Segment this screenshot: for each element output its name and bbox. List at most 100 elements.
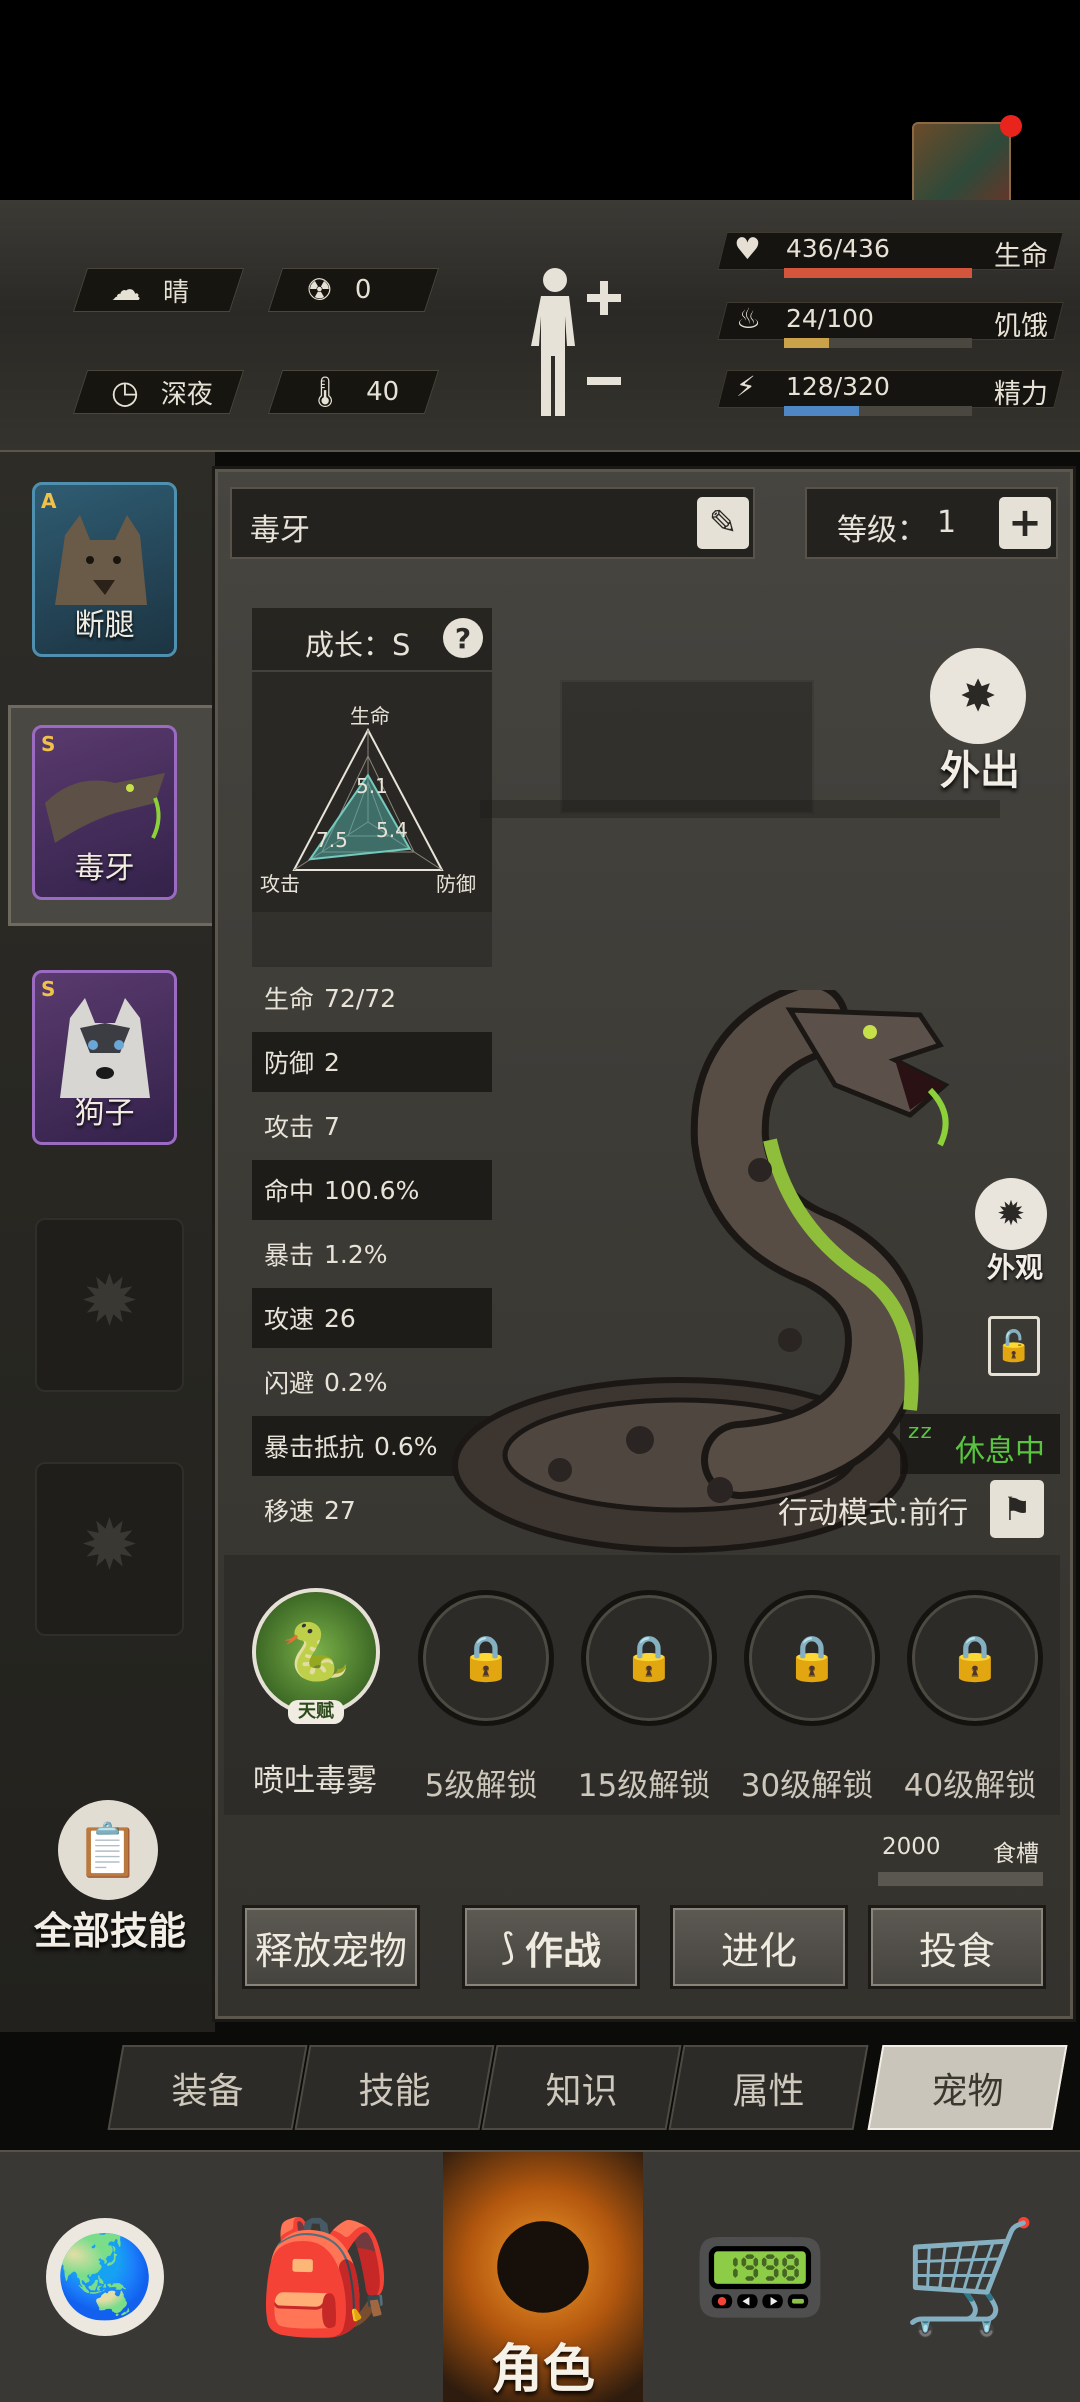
- background-scene: [560, 680, 814, 814]
- energy-label: 精力: [994, 379, 1048, 410]
- unlock-icon: 🔓: [995, 1328, 1033, 1364]
- release-pet-button[interactable]: 释放宠物: [242, 1905, 420, 1989]
- radar-attack-label: 攻击: [260, 872, 300, 896]
- nav-shop[interactable]: 🛒: [870, 2152, 1070, 2402]
- attribute-value: 72/72: [324, 983, 397, 1013]
- level-value: 1: [937, 505, 957, 540]
- locked-skill-slot[interactable]: 🔒: [744, 1590, 880, 1726]
- attribute-value: 100.6%: [324, 1175, 420, 1205]
- tab-skills[interactable]: 技能: [294, 2045, 495, 2130]
- paw-shirt-icon: ✹: [975, 1178, 1047, 1250]
- pet-name: 断腿: [74, 608, 135, 643]
- empty-pet-slot[interactable]: ✹: [35, 1462, 184, 1636]
- locked-skill-slot[interactable]: 🔒: [907, 1590, 1043, 1726]
- tab-pets[interactable]: 宠物: [867, 2045, 1068, 2130]
- pet-slot-1[interactable]: A 断腿: [32, 482, 177, 657]
- nav-world-map[interactable]: 🌏: [5, 2152, 205, 2402]
- evolve-button[interactable]: 进化: [670, 1905, 848, 1989]
- background-scene-table: [480, 800, 1000, 818]
- attribute-label: 防御: [264, 1049, 315, 1078]
- appearance-button[interactable]: ✹ 外观: [965, 1178, 1055, 1288]
- bottom-navigation: 🌏 🎒 ● 角色 📟 🛒: [0, 2150, 1080, 2402]
- help-button[interactable]: ?: [443, 618, 483, 658]
- nav-backpack[interactable]: 🎒: [225, 2152, 425, 2402]
- cloud-sun-icon: ☁: [111, 272, 141, 308]
- globe-icon: 🌏: [46, 2218, 164, 2336]
- attribute-value: 7: [324, 1111, 340, 1141]
- locked-skill-slot[interactable]: 🔒: [581, 1590, 717, 1726]
- lock-toggle-button[interactable]: 🔓: [988, 1316, 1040, 1376]
- sleep-icon: ᶻᶻ: [908, 1418, 933, 1458]
- radar-attack-value: 7.5: [316, 828, 348, 852]
- release-pet-label: 释放宠物: [254, 1928, 407, 1973]
- time-chip: ◷ 深夜: [72, 370, 245, 414]
- skill-book-icon: 📋: [58, 1800, 158, 1900]
- hunger-value: 24/100: [786, 304, 874, 333]
- attribute-value: 26: [324, 1303, 356, 1333]
- tab-knowledge[interactable]: 知识: [481, 2045, 682, 2130]
- level-up-button[interactable]: +: [999, 497, 1051, 549]
- stomach-icon: ♨: [736, 302, 762, 335]
- temperature-chip: 🌡 40: [267, 370, 440, 414]
- health-label: 生命: [994, 241, 1048, 272]
- action-mode-label: 行动模式:前行: [778, 1496, 969, 1531]
- all-skills-button[interactable]: 📋 全部技能: [30, 1800, 190, 1960]
- weather-text: 晴: [163, 277, 190, 308]
- pencil-icon: ✎: [708, 503, 738, 543]
- lock-icon: 🔒: [458, 1633, 514, 1684]
- weather-chip: ☁ 晴: [72, 268, 245, 312]
- rank-badge: S: [41, 977, 56, 1001]
- health-bar: [784, 268, 972, 278]
- attribute-label: 移速: [264, 1497, 315, 1526]
- health-value: 436/436: [786, 234, 890, 263]
- go-out-label: 外出: [940, 748, 1020, 794]
- unlock-requirement: 40级解锁: [903, 1768, 1037, 1804]
- temperature-value: 40: [366, 377, 400, 407]
- empty-pet-slot[interactable]: ✹: [35, 1218, 184, 1392]
- pet-name: 狗子: [74, 1096, 135, 1131]
- pet-name-display: 毒牙: [250, 513, 310, 548]
- action-mode-button[interactable]: ⚑: [990, 1480, 1044, 1538]
- feed-label: 投食: [918, 1928, 995, 1973]
- pet-slot-2[interactable]: S 毒牙: [32, 725, 177, 900]
- talent-skill-button[interactable]: 🐍 天赋: [252, 1588, 384, 1728]
- nav-character[interactable]: ● 角色: [443, 2152, 643, 2402]
- unlock-requirement: 30级解锁: [740, 1768, 874, 1804]
- unlock-requirement: 5级解锁: [424, 1768, 538, 1804]
- food-amount: 2000: [882, 1834, 941, 1860]
- food-trough-bar: [878, 1872, 1043, 1886]
- talent-badge: 天赋: [288, 1700, 344, 1724]
- energy-row: ⚡ 128/320 精力: [717, 370, 1064, 420]
- locked-skill-slot[interactable]: 🔒: [418, 1590, 554, 1726]
- radar-defense-label: 防御: [436, 872, 476, 896]
- tab-equipment[interactable]: 装备: [107, 2045, 308, 2130]
- wolf-portrait-icon: [55, 515, 147, 605]
- unlock-requirement: 15级解锁: [577, 1768, 711, 1804]
- energy-value: 128/320: [786, 372, 890, 401]
- pet-slot-3[interactable]: S 狗子: [32, 970, 177, 1145]
- health-row: ♥ 436/436 生命: [717, 232, 1064, 282]
- evolve-label: 进化: [720, 1928, 797, 1973]
- feed-button[interactable]: 投食: [868, 1905, 1046, 1989]
- attribute-label: 生命: [264, 985, 315, 1014]
- heart-icon: ♥: [734, 232, 761, 267]
- attribute-value: 0.6%: [374, 1431, 438, 1461]
- tab-attributes[interactable]: 属性: [668, 2045, 869, 2130]
- radar-life-label: 生命: [350, 704, 390, 728]
- battle-label: 作战: [525, 1928, 602, 1973]
- attribute-value: 27: [324, 1495, 356, 1525]
- battle-button[interactable]: ⟆ 作战: [462, 1905, 640, 1989]
- pet-name-box: 毒牙 ✎: [230, 487, 755, 559]
- claw-icon: ⟆: [500, 1926, 516, 1968]
- edit-name-button[interactable]: ✎: [697, 497, 749, 549]
- head-silhouette-icon: ●: [490, 2187, 596, 2327]
- paw-prints-icon: ✸: [930, 648, 1026, 744]
- attribute-label: 攻速: [264, 1305, 315, 1334]
- radiation-chip: ☢ 0: [267, 268, 440, 312]
- go-out-button[interactable]: ✸ 外出: [925, 648, 1035, 798]
- thermometer-icon: 🌡: [306, 374, 345, 410]
- rank-badge: S: [41, 732, 56, 756]
- attribute-label: 攻击: [264, 1113, 315, 1142]
- body-status-button[interactable]: [515, 262, 625, 422]
- nav-radio[interactable]: 📟: [660, 2152, 860, 2402]
